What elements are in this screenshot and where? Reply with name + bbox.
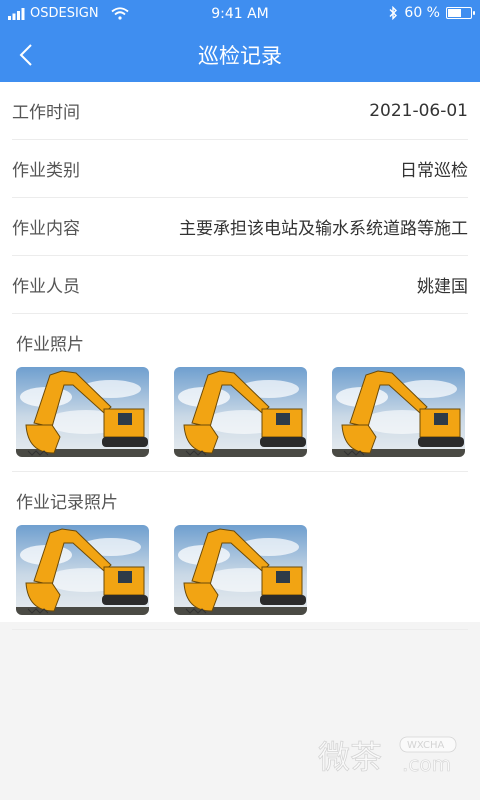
detail-label: 作业类别 [12, 161, 80, 181]
status-bar: OSDESIGN 9:41 AM 60 % [0, 0, 480, 28]
battery-percent: 60 % [404, 5, 440, 21]
work-photos-section: 作业照片 [12, 314, 468, 472]
photo-grid [12, 363, 468, 471]
detail-row-category: 作业类别 日常巡检 [12, 140, 468, 198]
svg-text:.com: .com [402, 752, 451, 776]
detail-label: 作业内容 [12, 219, 80, 239]
detail-row-personnel: 作业人员 姚建国 [12, 256, 468, 314]
detail-value: 日常巡检 [400, 161, 468, 181]
nav-bar: 巡检记录 [0, 28, 480, 82]
watermark-logo: 微茶 WXCHA .com [318, 734, 460, 780]
section-title: 作业记录照片 [16, 493, 118, 513]
photo-thumbnail[interactable] [174, 367, 307, 457]
photo-grid [12, 521, 468, 629]
battery-fill [448, 9, 462, 17]
app-header: OSDESIGN 9:41 AM 60 % 巡检记录 [0, 0, 480, 82]
detail-label: 作业人员 [12, 277, 80, 297]
detail-value: 2021-06-01 [369, 100, 468, 121]
record-photos-section: 作业记录照片 [12, 472, 468, 630]
page-title: 巡检记录 [198, 44, 282, 68]
status-right: 60 % [388, 5, 475, 21]
bluetooth-icon [389, 6, 398, 20]
record-detail-card: 工作时间 2021-06-01 作业类别 日常巡检 作业内容 主要承担该电站及输… [0, 82, 480, 630]
photo-thumbnail[interactable] [174, 525, 307, 615]
photo-thumbnail[interactable] [16, 367, 149, 457]
wxcha-logo: 微茶 WXCHA .com [318, 736, 457, 776]
svg-text:微茶: 微茶 [318, 738, 382, 776]
detail-row-content: 作业内容 主要承担该电站及输水系统道路等施工 [12, 198, 468, 256]
detail-value: 主要承担该电站及输水系统道路等施工 [179, 219, 468, 239]
photo-thumbnail[interactable] [16, 525, 149, 615]
battery-icon [446, 7, 475, 19]
detail-row-work-time: 工作时间 2021-06-01 [12, 82, 468, 140]
svg-text:WXCHA: WXCHA [407, 740, 445, 751]
detail-label: 工作时间 [12, 103, 80, 123]
section-title: 作业照片 [16, 335, 84, 355]
photo-thumbnail[interactable] [332, 367, 465, 457]
detail-value: 姚建国 [417, 277, 468, 297]
